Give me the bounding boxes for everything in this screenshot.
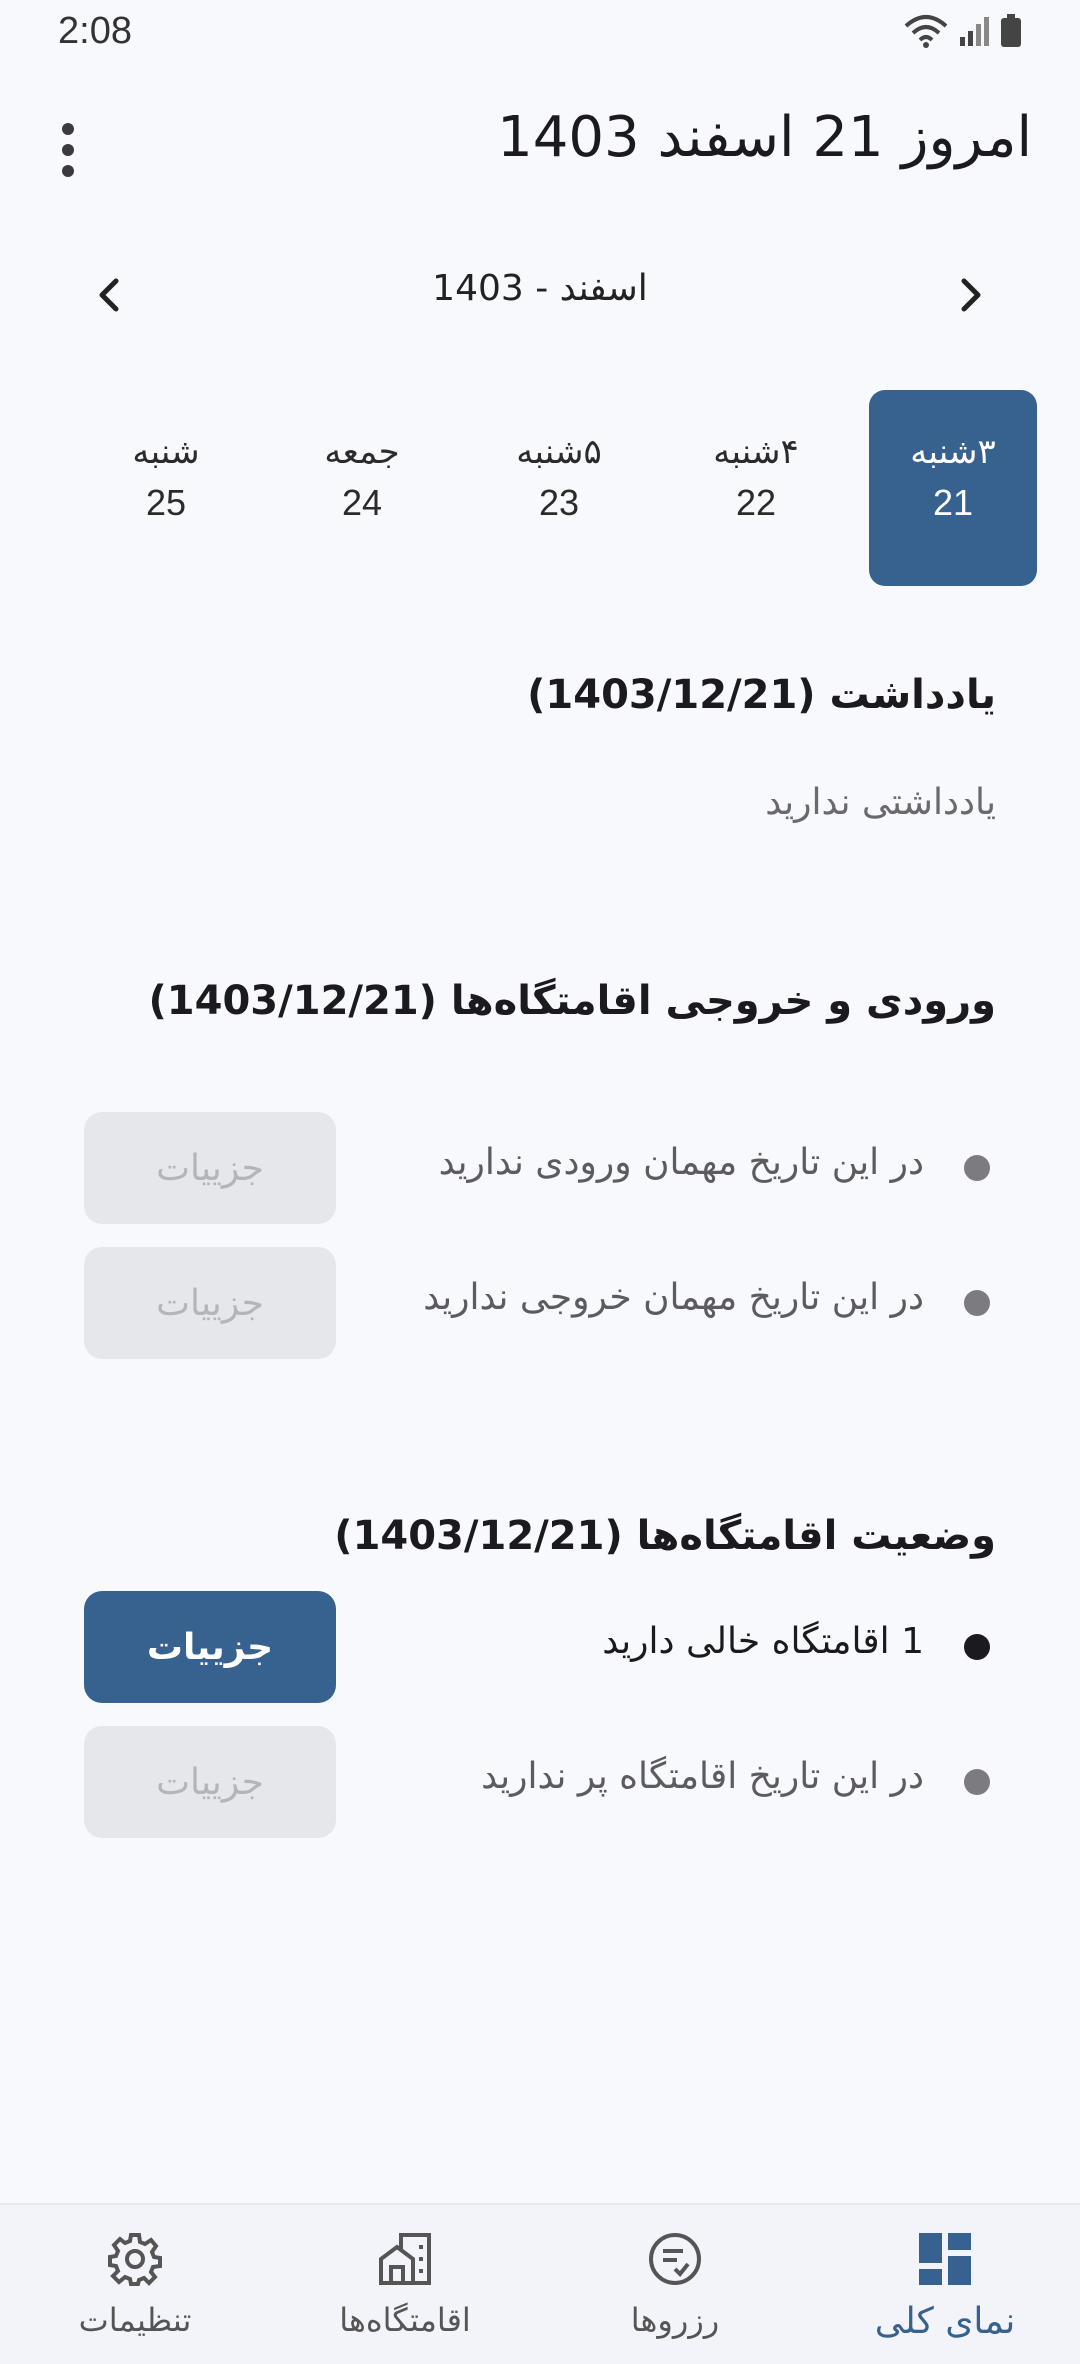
chevron-right-icon xyxy=(961,278,981,312)
day-name: ۳شنبه xyxy=(910,432,996,472)
checkin-details-button[interactable]: جزییات xyxy=(84,1112,336,1224)
day-number: 24 xyxy=(341,482,383,523)
occupied-properties-row: در این تاریخ اقامتگاه پر ندارید جزییات xyxy=(0,1726,1080,1838)
checkin-status-text: در این تاریخ مهمان ورودی ندارید xyxy=(438,1142,924,1183)
overflow-dot-icon xyxy=(62,144,74,156)
day-number: 22 xyxy=(735,482,777,523)
occupied-details-button[interactable]: جزییات xyxy=(84,1726,336,1838)
month-label: اسفند - 1403 xyxy=(432,268,648,309)
battery-icon xyxy=(1001,14,1021,47)
day-item[interactable]: ۵شنبه 23 xyxy=(475,390,643,586)
bottom-navigation: نمای کلی رزروها اقامتگاه‌ها xyxy=(0,2203,1080,2364)
app-screen: 2:08 امروز 21 اسفند 1403 اسفند - 1403 ۳ش… xyxy=(0,0,1080,2364)
overflow-dot-icon xyxy=(62,123,74,135)
app-header: امروز 21 اسفند 1403 xyxy=(0,95,1080,195)
bullet-icon xyxy=(964,1155,990,1181)
day-number: 21 xyxy=(932,482,974,523)
day-name: شنبه xyxy=(132,432,200,472)
day-strip: ۳شنبه 21 ۴شنبه 22 ۵شنبه 23 جمعه 24 شنبه … xyxy=(0,390,1080,586)
day-name: جمعه xyxy=(324,432,400,472)
bullet-icon xyxy=(964,1634,990,1660)
tab-overview[interactable]: نمای کلی xyxy=(810,2205,1080,2364)
day-name: ۵شنبه xyxy=(516,432,602,472)
status-icons xyxy=(904,14,1022,48)
tab-reservations[interactable]: رزروها xyxy=(540,2205,810,2364)
checkin-row: در این تاریخ مهمان ورودی ندارید جزییات xyxy=(0,1112,1080,1224)
day-name: ۴شنبه xyxy=(713,432,799,472)
overflow-dot-icon xyxy=(62,165,74,177)
day-number: 23 xyxy=(538,482,580,523)
page-title: امروز 21 اسفند 1403 xyxy=(497,105,1032,170)
vacant-details-button[interactable]: جزییات xyxy=(84,1591,336,1703)
checkout-status-text: در این تاریخ مهمان خروجی ندارید xyxy=(423,1277,924,1318)
tab-label: نمای کلی xyxy=(874,2301,1016,2342)
bullet-icon xyxy=(964,1769,990,1795)
status-time: 2:08 xyxy=(58,10,132,52)
occupied-properties-text: در این تاریخ اقامتگاه پر ندارید xyxy=(481,1756,924,1797)
reservations-icon xyxy=(649,2233,701,2285)
day-item-selected[interactable]: ۳شنبه 21 xyxy=(869,390,1037,586)
tab-label: رزروها xyxy=(630,2301,720,2339)
day-item[interactable]: شنبه 25 xyxy=(82,390,250,586)
day-item[interactable]: ۴شنبه 22 xyxy=(672,390,840,586)
day-item[interactable]: جمعه 24 xyxy=(278,390,446,586)
tab-settings[interactable]: تنظیمات xyxy=(0,2205,270,2364)
overflow-menu-button[interactable] xyxy=(40,110,96,190)
status-bar: 2:08 xyxy=(0,0,1080,66)
month-navigation: اسفند - 1403 xyxy=(0,250,1080,340)
notes-empty-text: یادداشتی ندارید xyxy=(765,782,996,823)
properties-icon xyxy=(379,2233,431,2285)
property-status-section-title: وضعیت اقامتگاه‌ها (1403/12/21) xyxy=(334,1513,996,1559)
vacant-properties-text: 1 اقامتگاه خالی دارید xyxy=(602,1621,924,1662)
bullet-icon xyxy=(964,1290,990,1316)
checkout-details-button[interactable]: جزییات xyxy=(84,1247,336,1359)
vacant-properties-row: 1 اقامتگاه خالی دارید جزییات xyxy=(0,1591,1080,1703)
dashboard-icon xyxy=(919,2233,971,2285)
next-month-button[interactable] xyxy=(940,265,1000,325)
signal-icon xyxy=(960,17,989,46)
tab-label: اقامتگاه‌ها xyxy=(339,2301,471,2339)
wifi-icon xyxy=(904,15,948,48)
tab-label: تنظیمات xyxy=(78,2301,192,2339)
checkinout-section-title: ورودی و خروجی اقامتگاه‌ها (1403/12/21) xyxy=(148,978,996,1024)
notes-section-title: یادداشت (1403/12/21) xyxy=(527,672,996,718)
checkout-row: در این تاریخ مهمان خروجی ندارید جزییات xyxy=(0,1247,1080,1359)
day-number: 25 xyxy=(145,482,187,523)
tab-properties[interactable]: اقامتگاه‌ها xyxy=(270,2205,540,2364)
gear-icon xyxy=(108,2233,162,2286)
